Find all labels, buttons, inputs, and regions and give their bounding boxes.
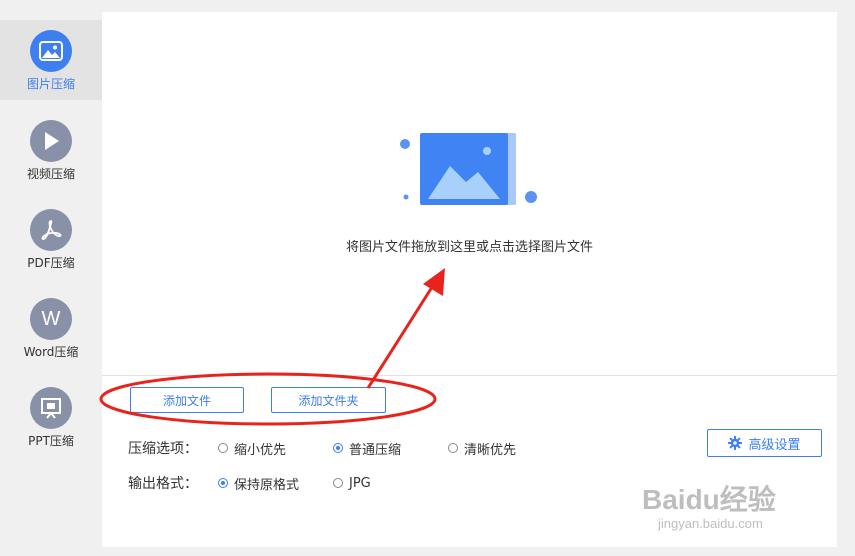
baidu-watermark: Baidu经验 jingyan.baidu.com	[640, 478, 840, 548]
radio-indicator[interactable]	[218, 478, 228, 488]
format-option-jpg[interactable]: JPG	[333, 476, 371, 491]
main-panel: 将图片文件拖放到这里或点击选择图片文件 添加文件 添加文件夹 压缩选项： 缩小优…	[102, 12, 837, 547]
sidebar-item-pdf-compress[interactable]: PDF压缩	[0, 199, 102, 279]
watermark-brand: Bai	[642, 484, 686, 515]
radio-label: 普通压缩	[349, 442, 402, 458]
watermark-url: jingyan.baidu.com	[658, 516, 763, 531]
pdf-icon	[30, 209, 72, 251]
sidebar-item-video-compress[interactable]: 视频压缩	[0, 110, 102, 190]
dropzone-instruction: 将图片文件拖放到这里或点击选择图片文件	[345, 240, 593, 255]
radio-label: 保持原格式	[234, 477, 300, 493]
radio-indicator[interactable]	[333, 478, 343, 488]
radio-indicator[interactable]	[218, 443, 228, 453]
word-icon: W	[30, 298, 72, 340]
radio-label: 缩小优先	[234, 442, 287, 458]
compression-option-shrink[interactable]: 缩小优先	[218, 439, 333, 458]
advanced-settings-label: 高级设置	[748, 437, 801, 453]
play-icon	[30, 120, 72, 162]
image-placeholder-icon	[400, 133, 537, 205]
sidebar-item-image-compress[interactable]: 图片压缩	[0, 20, 102, 100]
sidebar-item-label: PDF压缩	[27, 256, 75, 270]
sidebar-item-label: 视频压缩	[26, 167, 75, 181]
divider	[102, 375, 837, 376]
image-icon	[30, 30, 72, 72]
output-format-label: 输出格式：	[128, 476, 198, 492]
output-format-row: 输出格式： 保持原格式 JPG	[128, 473, 371, 493]
gear-icon	[728, 436, 743, 450]
advanced-settings-button[interactable]: 高级设置	[707, 429, 822, 457]
add-folder-button[interactable]: 添加文件夹	[271, 387, 386, 413]
sidebar-item-label: 图片压缩	[26, 77, 75, 91]
sidebar-item-ppt-compress[interactable]: PPT压缩	[0, 377, 102, 457]
sidebar-item-label: PPT压缩	[28, 434, 74, 448]
add-file-button[interactable]: 添加文件	[130, 387, 244, 413]
format-option-original[interactable]: 保持原格式	[218, 474, 333, 493]
compression-options-label: 压缩选项：	[128, 441, 198, 457]
radio-indicator[interactable]	[333, 443, 343, 453]
sidebar-item-label: Word压缩	[23, 345, 79, 359]
radio-label: 清晰优先	[464, 442, 517, 458]
sidebar-item-word-compress[interactable]: W Word压缩	[0, 288, 102, 368]
radio-label: JPG	[349, 475, 371, 491]
watermark-brand-suffix: 经验	[719, 484, 776, 515]
compression-options-row: 压缩选项： 缩小优先 普通压缩 清晰优先	[128, 438, 516, 458]
compression-option-clarity[interactable]: 清晰优先	[448, 439, 516, 458]
compression-option-normal[interactable]: 普通压缩	[333, 439, 448, 458]
radio-indicator[interactable]	[448, 443, 458, 453]
watermark-brand-mid: du	[685, 484, 720, 515]
file-dropzone[interactable]: 将图片文件拖放到这里或点击选择图片文件	[102, 12, 837, 375]
window-edge	[837, 12, 855, 547]
sidebar: 图片压缩 视频压缩 PDF压缩 W Word压缩 PPT压缩	[0, 0, 102, 556]
presentation-icon	[30, 387, 72, 429]
word-icon-letter: W	[41, 307, 61, 330]
